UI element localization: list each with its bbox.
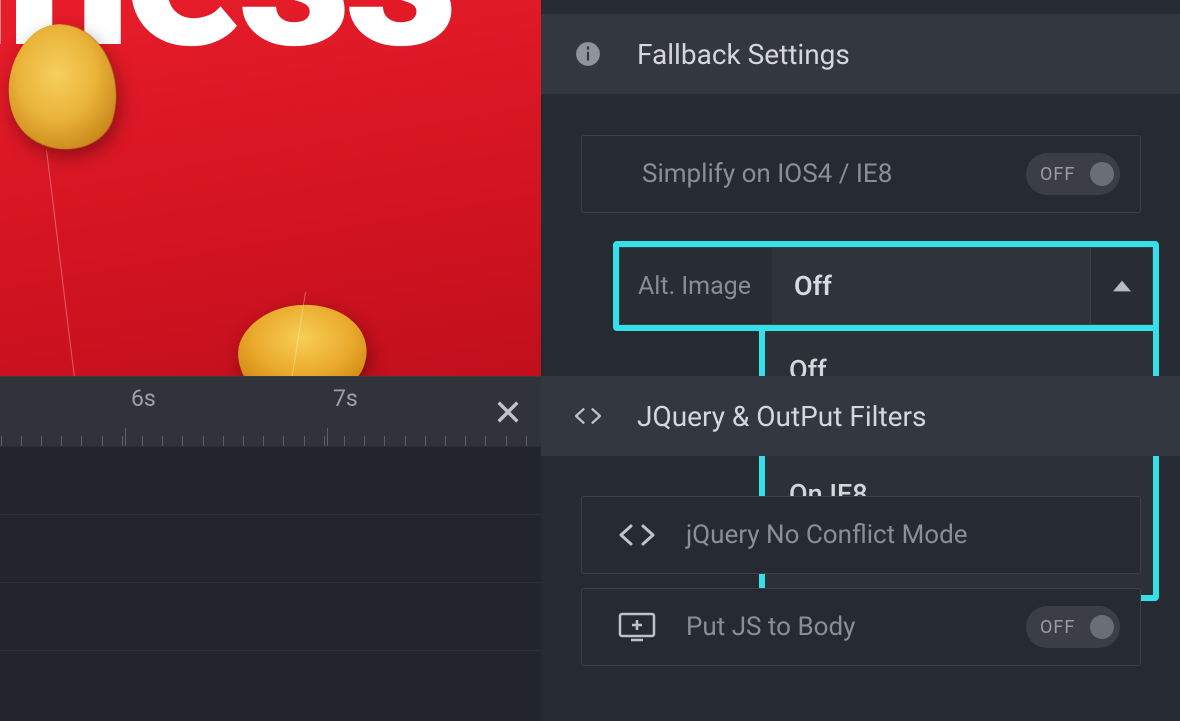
timeline-layer-row[interactable]	[0, 514, 541, 582]
toggle-knob	[1090, 162, 1114, 186]
simplify-toggle[interactable]: OFF	[1026, 153, 1120, 195]
toggle-state-text: OFF	[1040, 617, 1075, 638]
setting-label: Put JS to Body	[664, 612, 1026, 642]
timeline-layer-row[interactable]	[0, 446, 541, 514]
setting-label: Alt. Image	[620, 272, 772, 301]
timeline-tick-label: 6s	[131, 385, 156, 412]
setting-label: jQuery No Conflict Mode	[664, 520, 1120, 550]
chip-graphic-1	[6, 22, 124, 152]
string-graphic	[46, 150, 75, 376]
code-icon	[573, 401, 603, 431]
timeline-close-button[interactable]	[493, 397, 523, 427]
alt-image-selected-value: Off	[794, 270, 832, 302]
toggle-state-text: OFF	[1040, 164, 1075, 185]
slide-preview: iness	[0, 0, 541, 376]
info-icon	[573, 39, 603, 69]
setting-put-js-row: Put JS to Body OFF	[581, 588, 1141, 666]
section-title: JQuery & OutPut Filters	[637, 400, 926, 433]
timeline-layer-row[interactable]	[0, 650, 541, 721]
section-header-jquery[interactable]: JQuery & OutPut Filters	[541, 376, 1180, 456]
put-js-toggle[interactable]: OFF	[1026, 606, 1120, 648]
setting-jquery-row: jQuery No Conflict Mode	[581, 496, 1141, 574]
code-icon	[610, 515, 664, 555]
section-header-fallback[interactable]: Fallback Settings	[541, 14, 1180, 94]
setting-label: Simplify on IOS4 / IE8	[602, 159, 1026, 189]
ruler	[0, 377, 541, 446]
toggle-knob	[1090, 615, 1114, 639]
alt-image-select-caret[interactable]	[1090, 248, 1152, 324]
section-title: Fallback Settings	[637, 38, 850, 71]
chip-graphic-2	[228, 298, 373, 376]
close-icon	[494, 398, 522, 426]
setting-simplify-row: Simplify on IOS4 / IE8 OFF	[581, 135, 1141, 213]
settings-right-panel: Fallback Settings Simplify on IOS4 / IE8…	[541, 0, 1180, 721]
timeline-layer-row[interactable]	[0, 582, 541, 650]
setting-alt-image-row: Alt. Image Off	[619, 247, 1153, 325]
caret-up-icon	[1113, 280, 1131, 292]
timeline-tick-label: 7s	[333, 385, 358, 412]
screen-add-icon	[610, 607, 664, 647]
timeline-ruler[interactable]: 6s 7s	[0, 376, 541, 446]
alt-image-select[interactable]: Off	[772, 248, 1090, 324]
